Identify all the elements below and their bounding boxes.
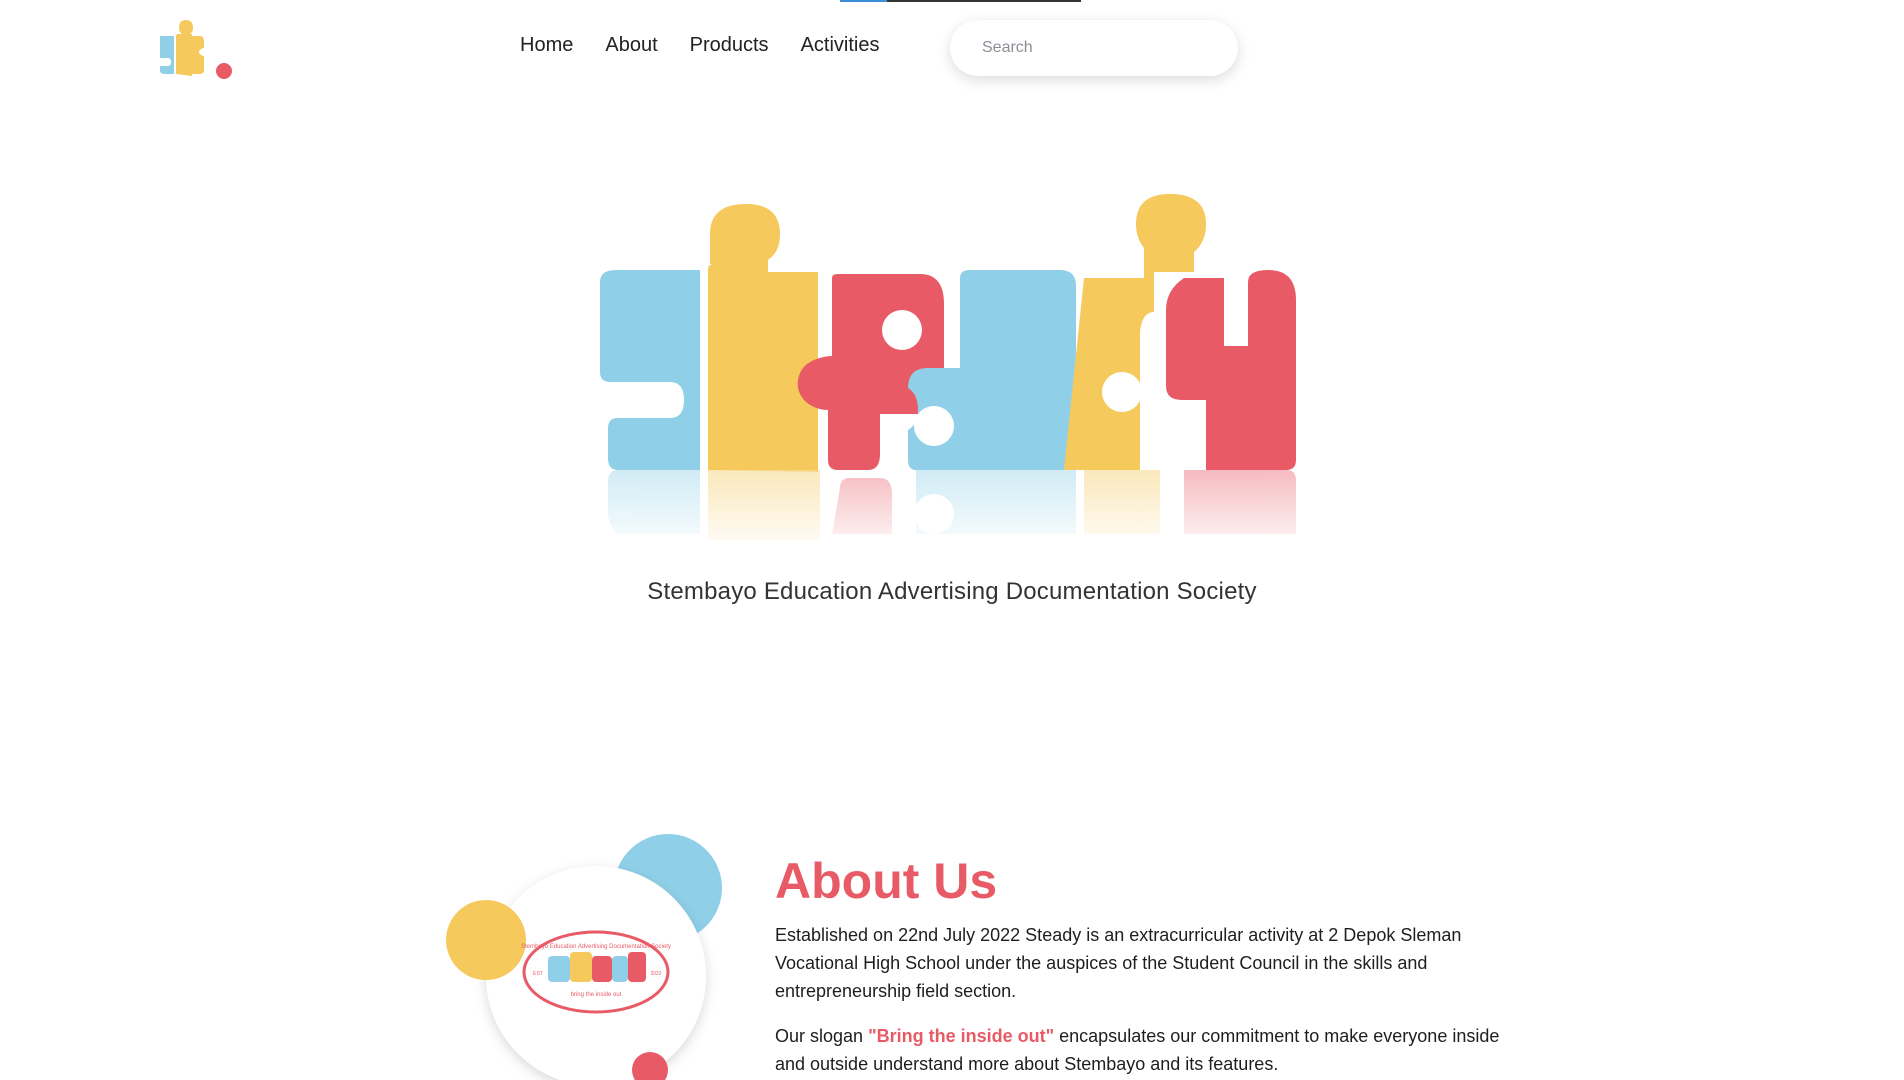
search-box [950, 20, 1238, 76]
yellow-circle-decoration [446, 900, 526, 980]
badge-year-text: 2022 [650, 971, 661, 977]
about-title: About Us [775, 853, 998, 909]
about-p2-prefix: Our slogan [775, 1026, 869, 1046]
about-paragraph-1: Established on 22nd July 2022 Steady is … [775, 925, 1462, 1001]
logo-pieces [600, 194, 1296, 472]
nav-home-link[interactable]: Home [520, 34, 573, 57]
about-paragraph-2: Our slogan "Bring the inside out" encaps… [775, 1022, 1505, 1078]
steady-hero-logo [600, 194, 1300, 556]
site-logo[interactable] [158, 14, 236, 82]
slogan-text: "Bring the inside out" [868, 1026, 1055, 1046]
nav-products-link[interactable]: Products [690, 34, 769, 57]
badge-sub-text: bring the inside out [571, 992, 622, 998]
main-nav: Home About Products Activities [520, 34, 879, 57]
nav-about-link[interactable]: About [605, 34, 657, 57]
badge-est-text: EST [533, 971, 543, 977]
nav-activities-link[interactable]: Activities [801, 34, 880, 57]
badge-text: Stembayo Education Advertising Documenta… [521, 944, 671, 950]
scroll-progress-indicator [840, 0, 1081, 2]
hero-tagline: Stembayo Education Advertising Documenta… [647, 578, 1257, 605]
search-input[interactable] [950, 20, 1238, 76]
steady-badge-logo: Stembayo Education Advertising Documenta… [521, 930, 671, 1014]
about-illustration: Stembayo Education Advertising Documenta… [446, 834, 722, 1080]
scroll-progress-accent [840, 0, 887, 2]
